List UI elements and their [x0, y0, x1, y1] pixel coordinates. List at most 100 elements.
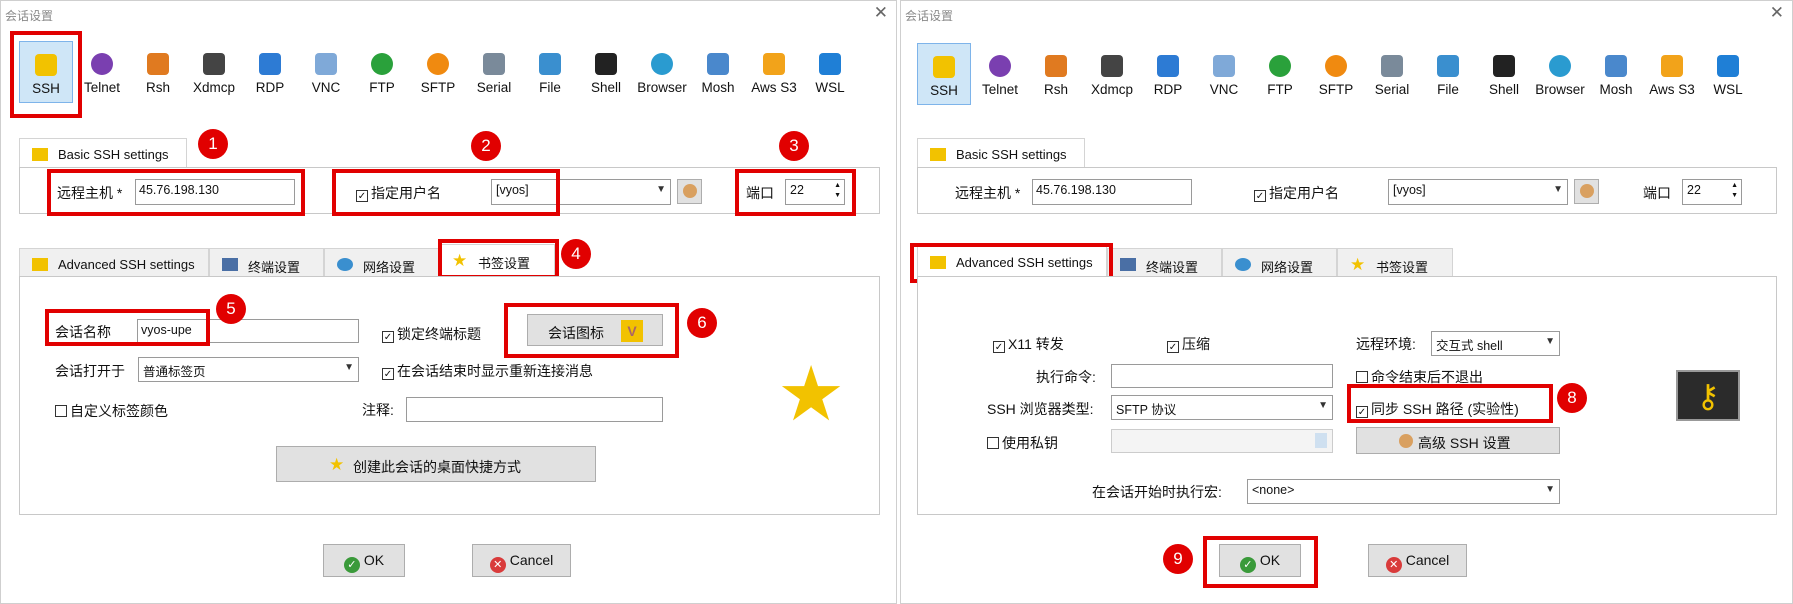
user-icon: [1399, 434, 1413, 448]
proto-sftp[interactable]: SFTP: [411, 41, 465, 103]
username-combo[interactable]: [vyos] ▼: [1388, 179, 1568, 205]
remote-env-combo[interactable]: 交互式 shell ▼: [1431, 331, 1560, 356]
tab-basic-ssh-settings[interactable]: Basic SSH settings: [19, 138, 187, 168]
telnet-icon: [91, 53, 113, 75]
ssh-browser-label: SSH 浏览器类型:: [987, 401, 1094, 417]
port-spinner[interactable]: 22 ▲ ▼: [1682, 179, 1742, 205]
tab-network-settings[interactable]: 网络设置: [1222, 248, 1337, 277]
tab-network-settings[interactable]: 网络设置: [324, 248, 439, 277]
key-icon: [32, 258, 48, 271]
proto-ftp[interactable]: FTP: [355, 41, 409, 103]
user-manager-button[interactable]: [1574, 179, 1599, 204]
badge-6: 6: [687, 308, 717, 338]
checkbox-unchecked-icon: [1356, 371, 1368, 383]
proto-telnet[interactable]: Telnet: [973, 43, 1027, 105]
open-in-label: 会话打开于: [55, 363, 125, 379]
key-icon: [930, 148, 946, 161]
xdmcp-icon: [1101, 55, 1123, 77]
session-settings-dialog-left: 会话设置 ✕ SSH Telnet Rsh Xdmcp RDP VNC FTP …: [0, 0, 897, 604]
ssh-browser-combo[interactable]: SFTP 协议 ▼: [1111, 395, 1333, 420]
compress-checkbox[interactable]: ✓ 压缩: [1167, 334, 1210, 354]
telnet-icon: [989, 55, 1011, 77]
macro-combo[interactable]: <none> ▼: [1247, 479, 1560, 504]
close-icon[interactable]: ✕: [874, 3, 888, 23]
proto-wsl[interactable]: WSL: [803, 41, 857, 103]
tab-bookmark-settings[interactable]: ★ 书签设置: [1337, 248, 1453, 277]
spin-up-icon[interactable]: ▲: [1731, 182, 1738, 189]
chevron-down-icon: ▼: [1545, 336, 1555, 347]
proto-xdmcp[interactable]: Xdmcp: [187, 41, 241, 103]
rsh-icon: [147, 53, 169, 75]
file-icon: [539, 53, 561, 75]
open-in-combo[interactable]: 普通标签页 ▼: [138, 357, 359, 382]
proto-telnet[interactable]: Telnet: [75, 41, 129, 103]
advanced-ssh-button[interactable]: 高级 SSH 设置: [1356, 427, 1560, 454]
proto-rsh[interactable]: Rsh: [1029, 43, 1083, 105]
specify-user-checkbox[interactable]: ✓ 指定用户名: [1254, 183, 1339, 203]
shell-icon: [1493, 55, 1515, 77]
badge-2: 2: [471, 131, 501, 161]
ssh-icon: [933, 56, 955, 78]
key-icon: [32, 148, 48, 161]
create-shortcut-button[interactable]: ★ 创建此会话的桌面快捷方式: [276, 446, 596, 482]
proto-xdmcp[interactable]: Xdmcp: [1085, 43, 1139, 105]
proto-serial[interactable]: Serial: [467, 41, 521, 103]
proto-browser[interactable]: Browser: [635, 41, 689, 103]
tab-terminal-settings[interactable]: 终端设置: [209, 248, 324, 277]
proto-aws-s3[interactable]: Aws S3: [1645, 43, 1699, 105]
user-icon: [682, 184, 697, 198]
user-icon: [1579, 184, 1594, 198]
custom-color-checkbox[interactable]: 自定义标签颜色: [55, 401, 168, 421]
private-key-checkbox[interactable]: 使用私钥: [987, 433, 1058, 453]
tab-terminal-settings[interactable]: 终端设置: [1107, 248, 1222, 277]
terminal-icon: [1120, 258, 1136, 271]
exec-cmd-input[interactable]: [1111, 364, 1333, 388]
proto-vnc[interactable]: VNC: [299, 41, 353, 103]
proto-browser[interactable]: Browser: [1533, 43, 1587, 105]
proto-shell[interactable]: Shell: [1477, 43, 1531, 105]
checkbox-checked-icon: ✓: [382, 368, 394, 380]
proto-rsh[interactable]: Rsh: [131, 41, 185, 103]
proto-ftp[interactable]: FTP: [1253, 43, 1307, 105]
proto-rdp[interactable]: RDP: [243, 41, 297, 103]
title-bar: 会话设置 ✕: [1, 1, 896, 27]
checkbox-checked-icon: ✓: [1254, 190, 1266, 202]
proto-rdp[interactable]: RDP: [1141, 43, 1195, 105]
badge-3: 3: [779, 131, 809, 161]
proto-wsl[interactable]: WSL: [1701, 43, 1755, 105]
proto-aws-s3[interactable]: Aws S3: [747, 41, 801, 103]
cancel-button[interactable]: ✕ Cancel: [472, 544, 571, 577]
lock-title-checkbox[interactable]: ✓ 锁定终端标题: [382, 324, 481, 344]
x11-checkbox[interactable]: ✓ X11 转发: [993, 334, 1064, 354]
tab-basic-ssh-settings[interactable]: Basic SSH settings: [917, 138, 1085, 168]
network-icon: [337, 258, 353, 271]
proto-vnc[interactable]: VNC: [1197, 43, 1251, 105]
private-key-input[interactable]: [1111, 429, 1333, 453]
proto-ssh[interactable]: SSH: [917, 43, 971, 105]
proto-serial[interactable]: Serial: [1365, 43, 1419, 105]
spin-down-icon[interactable]: ▼: [1731, 192, 1738, 199]
tab-advanced-ssh-settings[interactable]: Advanced SSH settings: [19, 248, 209, 277]
proto-file[interactable]: File: [523, 41, 577, 103]
comment-input[interactable]: [406, 397, 663, 422]
remote-host-input[interactable]: 45.76.198.130: [1032, 179, 1192, 205]
port-label: 端口: [1643, 185, 1671, 201]
badge-9: 9: [1163, 544, 1193, 574]
show-reconnect-checkbox[interactable]: ✓ 在会话结束时显示重新连接消息: [382, 361, 593, 381]
wsl-icon: [819, 53, 841, 75]
session-settings-dialog-right: 会话设置 ✕ SSH Telnet Rsh Xdmcp RDP VNC FTP …: [900, 0, 1793, 604]
ok-button[interactable]: ✓ OK: [323, 544, 405, 577]
proto-mosh[interactable]: Mosh: [1589, 43, 1643, 105]
browser-icon: [651, 53, 673, 75]
mosh-icon: [1605, 55, 1627, 77]
rsh-icon: [1045, 55, 1067, 77]
proto-file[interactable]: File: [1421, 43, 1475, 105]
star-icon: ★: [1350, 255, 1366, 274]
proto-sftp[interactable]: SFTP: [1309, 43, 1363, 105]
user-manager-button[interactable]: [677, 179, 702, 204]
proto-shell[interactable]: Shell: [579, 41, 633, 103]
window-title: 会话设置: [905, 9, 954, 23]
proto-mosh[interactable]: Mosh: [691, 41, 745, 103]
cancel-button[interactable]: ✕ Cancel: [1368, 544, 1467, 577]
close-icon[interactable]: ✕: [1770, 3, 1784, 23]
